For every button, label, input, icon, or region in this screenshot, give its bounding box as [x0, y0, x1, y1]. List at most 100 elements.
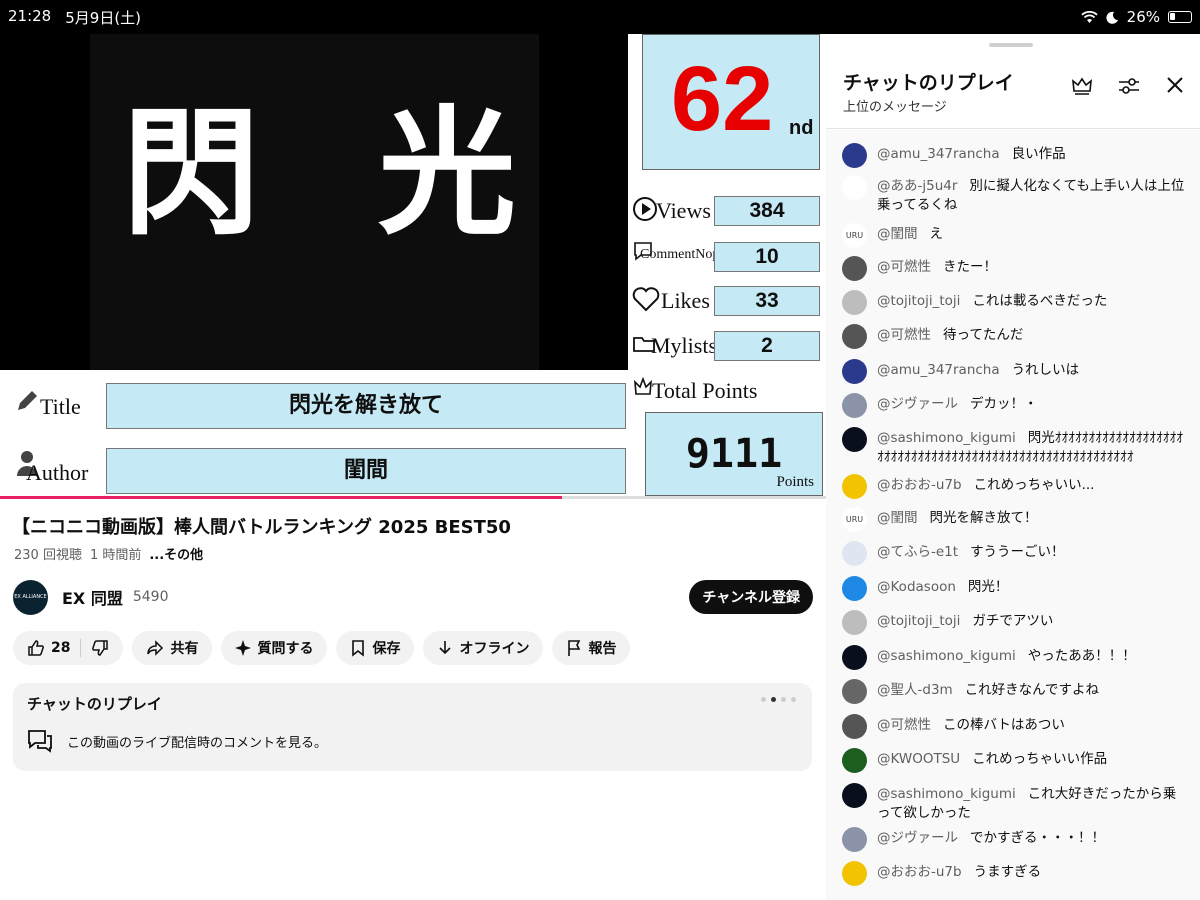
author-value: 閨間: [106, 448, 626, 494]
dislike-icon[interactable]: [91, 639, 109, 657]
chat-message[interactable]: @ジヴァール でかすぎる・・・！！: [842, 827, 1186, 852]
avatar[interactable]: [842, 256, 867, 281]
chat-username[interactable]: @amu_347rancha: [877, 362, 1000, 378]
channel-avatar[interactable]: EX ALLIANCE: [13, 579, 48, 615]
chat-username[interactable]: @tojitoji_toji: [877, 613, 960, 629]
chat-message[interactable]: @おおお-u7b これめっちゃいい...: [842, 474, 1186, 499]
chat-message[interactable]: @KWOOTSU これめっちゃいい作品: [842, 748, 1186, 773]
avatar[interactable]: [842, 645, 867, 670]
chat-username[interactable]: @KWOOTSU: [877, 751, 960, 767]
close-icon[interactable]: [1166, 76, 1184, 94]
chat-message[interactable]: @amu_347rancha うれしいは: [842, 359, 1186, 384]
total-points-box: 9111 Points: [645, 412, 823, 496]
chat-message[interactable]: @可燃性 きたー！: [842, 256, 1186, 281]
chat-message-list[interactable]: @amu_347rancha 良い作品 @ああ-j5u4r 別に擬人化なくても上手い人…: [826, 130, 1200, 900]
crown-icon[interactable]: [1072, 76, 1092, 96]
avatar[interactable]: [842, 474, 867, 499]
chat-username[interactable]: @Kodasoon: [877, 579, 956, 595]
video-progress-bar[interactable]: [0, 496, 826, 499]
stat-label-mylists: Mylists: [651, 333, 718, 358]
save-button[interactable]: 保存: [336, 631, 415, 665]
avatar[interactable]: [842, 290, 867, 315]
channel-row: EX ALLIANCE EX 同盟 5490 チャンネル登録: [13, 578, 813, 616]
chat-message-body: @可燃性 きたー！: [877, 258, 997, 281]
avatar[interactable]: [842, 861, 867, 886]
chat-username[interactable]: @sashimono_kigumi: [877, 648, 1016, 664]
avatar[interactable]: [842, 610, 867, 635]
avatar[interactable]: [842, 541, 867, 566]
chat-message-body: @Kodasoon 閃光！: [877, 578, 1008, 601]
chat-username[interactable]: @てふら-e1t: [877, 544, 958, 560]
chat-message-body: @おおお-u7b うますぎる: [877, 863, 1041, 886]
chat-message[interactable]: @ああ-j5u4r 別に擬人化なくても上手い人は上位乗ってるくね: [842, 175, 1186, 215]
like-count[interactable]: 28: [51, 640, 70, 656]
chat-username[interactable]: @sashimono_kigumi: [877, 430, 1016, 446]
chat-username[interactable]: @可燃性: [877, 717, 931, 733]
video-player[interactable]: 閃 光 62 nd Views 384 CommentNop 10 Likes …: [0, 34, 826, 496]
drag-handle[interactable]: [989, 43, 1033, 47]
crown-icon: [634, 376, 652, 395]
avatar[interactable]: URU: [842, 507, 867, 532]
avatar[interactable]: [842, 359, 867, 384]
chat-username[interactable]: @amu_347rancha: [877, 146, 1000, 162]
avatar[interactable]: [842, 576, 867, 601]
chat-message[interactable]: URU @閨間え: [842, 223, 1186, 248]
offline-button[interactable]: オフライン: [423, 631, 544, 665]
chat-username[interactable]: @可燃性: [877, 259, 931, 275]
avatar[interactable]: [842, 714, 867, 739]
chat-filter-label[interactable]: 上位のメッセージ: [843, 96, 947, 115]
subscriber-count: 5490: [132, 589, 169, 605]
chat-message[interactable]: @てふら-e1t すううーごい！: [842, 541, 1186, 566]
chat-message[interactable]: @amu_347rancha 良い作品: [842, 143, 1186, 168]
avatar[interactable]: [842, 748, 867, 773]
avatar[interactable]: [842, 175, 867, 200]
chat-username[interactable]: @ジヴァール: [877, 396, 958, 412]
chat-username[interactable]: @閨間: [877, 226, 918, 242]
video-meta: 230 回視聴 1 時間前 ...その他: [14, 544, 203, 563]
avatar[interactable]: [842, 427, 867, 452]
chat-message[interactable]: @聖人-d3m これ好きなんですよね: [842, 679, 1186, 704]
chat-username[interactable]: @おおお-u7b: [877, 477, 962, 493]
chat-username[interactable]: @おおお-u7b: [877, 864, 962, 880]
channel-name[interactable]: EX 同盟: [62, 585, 123, 609]
like-icon[interactable]: [27, 639, 45, 657]
chat-message[interactable]: URU @閨間 閃光を解き放て！: [842, 507, 1186, 532]
chat-username[interactable]: @聖人-d3m: [877, 682, 953, 698]
chat-message[interactable]: @ジヴァール デカッ！・: [842, 393, 1186, 418]
chat-message[interactable]: @Kodasoon 閃光！: [842, 576, 1186, 601]
chat-message-body: @閨間え: [877, 225, 943, 248]
stat-label-comments: CommentNop: [640, 247, 720, 262]
avatar[interactable]: [842, 827, 867, 852]
wifi-icon: [1081, 10, 1098, 23]
ask-button[interactable]: 質問する: [221, 631, 328, 665]
chat-text: やったああ！！！: [1027, 648, 1136, 664]
avatar[interactable]: URU: [842, 223, 867, 248]
avatar[interactable]: [842, 679, 867, 704]
report-button[interactable]: 報告: [552, 631, 631, 665]
chat-message[interactable]: @tojitoji_toji これは載るべきだった: [842, 290, 1186, 315]
chat-message[interactable]: @可燃性 待ってたんだ: [842, 324, 1186, 349]
avatar[interactable]: [842, 783, 867, 808]
chat-message[interactable]: @可燃性 この棒バトはあつい: [842, 714, 1186, 739]
avatar[interactable]: [842, 393, 867, 418]
share-button[interactable]: 共有: [132, 631, 213, 665]
chat-username[interactable]: @閨間: [877, 510, 918, 526]
chat-username[interactable]: @ジヴァール: [877, 830, 958, 846]
avatar[interactable]: [842, 324, 867, 349]
chat-username[interactable]: @tojitoji_toji: [877, 293, 960, 309]
chat-username[interactable]: @sashimono_kigumi: [877, 786, 1016, 802]
chat-username[interactable]: @可燃性: [877, 327, 931, 343]
chat-message[interactable]: @sashimono_kigumi これ大好きだったから乗って欲しかった: [842, 783, 1186, 823]
filter-sliders-icon[interactable]: [1118, 76, 1140, 96]
chat-message[interactable]: @sashimono_kigumi 閃光ｵｵｵｵｵｵｵｵｵｵｵｵｵｵｵｵｵｵｵｵｵ…: [842, 427, 1186, 467]
chat-message[interactable]: @sashimono_kigumi やったああ！！！: [842, 645, 1186, 670]
subscribe-button[interactable]: チャンネル登録: [689, 580, 813, 614]
stat-label-likes: Likes: [661, 288, 710, 313]
avatar[interactable]: [842, 143, 867, 168]
chat-message[interactable]: @tojitoji_toji ガチでアツい: [842, 610, 1186, 635]
chat-message-body: @tojitoji_toji これは載るべきだった: [877, 292, 1107, 315]
more-link[interactable]: ...その他: [149, 544, 203, 563]
chat-replay-card[interactable]: チャットのリプレイ この動画のライブ配信時のコメントを見る。: [13, 683, 812, 771]
chat-message[interactable]: @おおお-u7b うますぎる: [842, 861, 1186, 886]
chat-username[interactable]: @ああ-j5u4r: [877, 178, 957, 194]
